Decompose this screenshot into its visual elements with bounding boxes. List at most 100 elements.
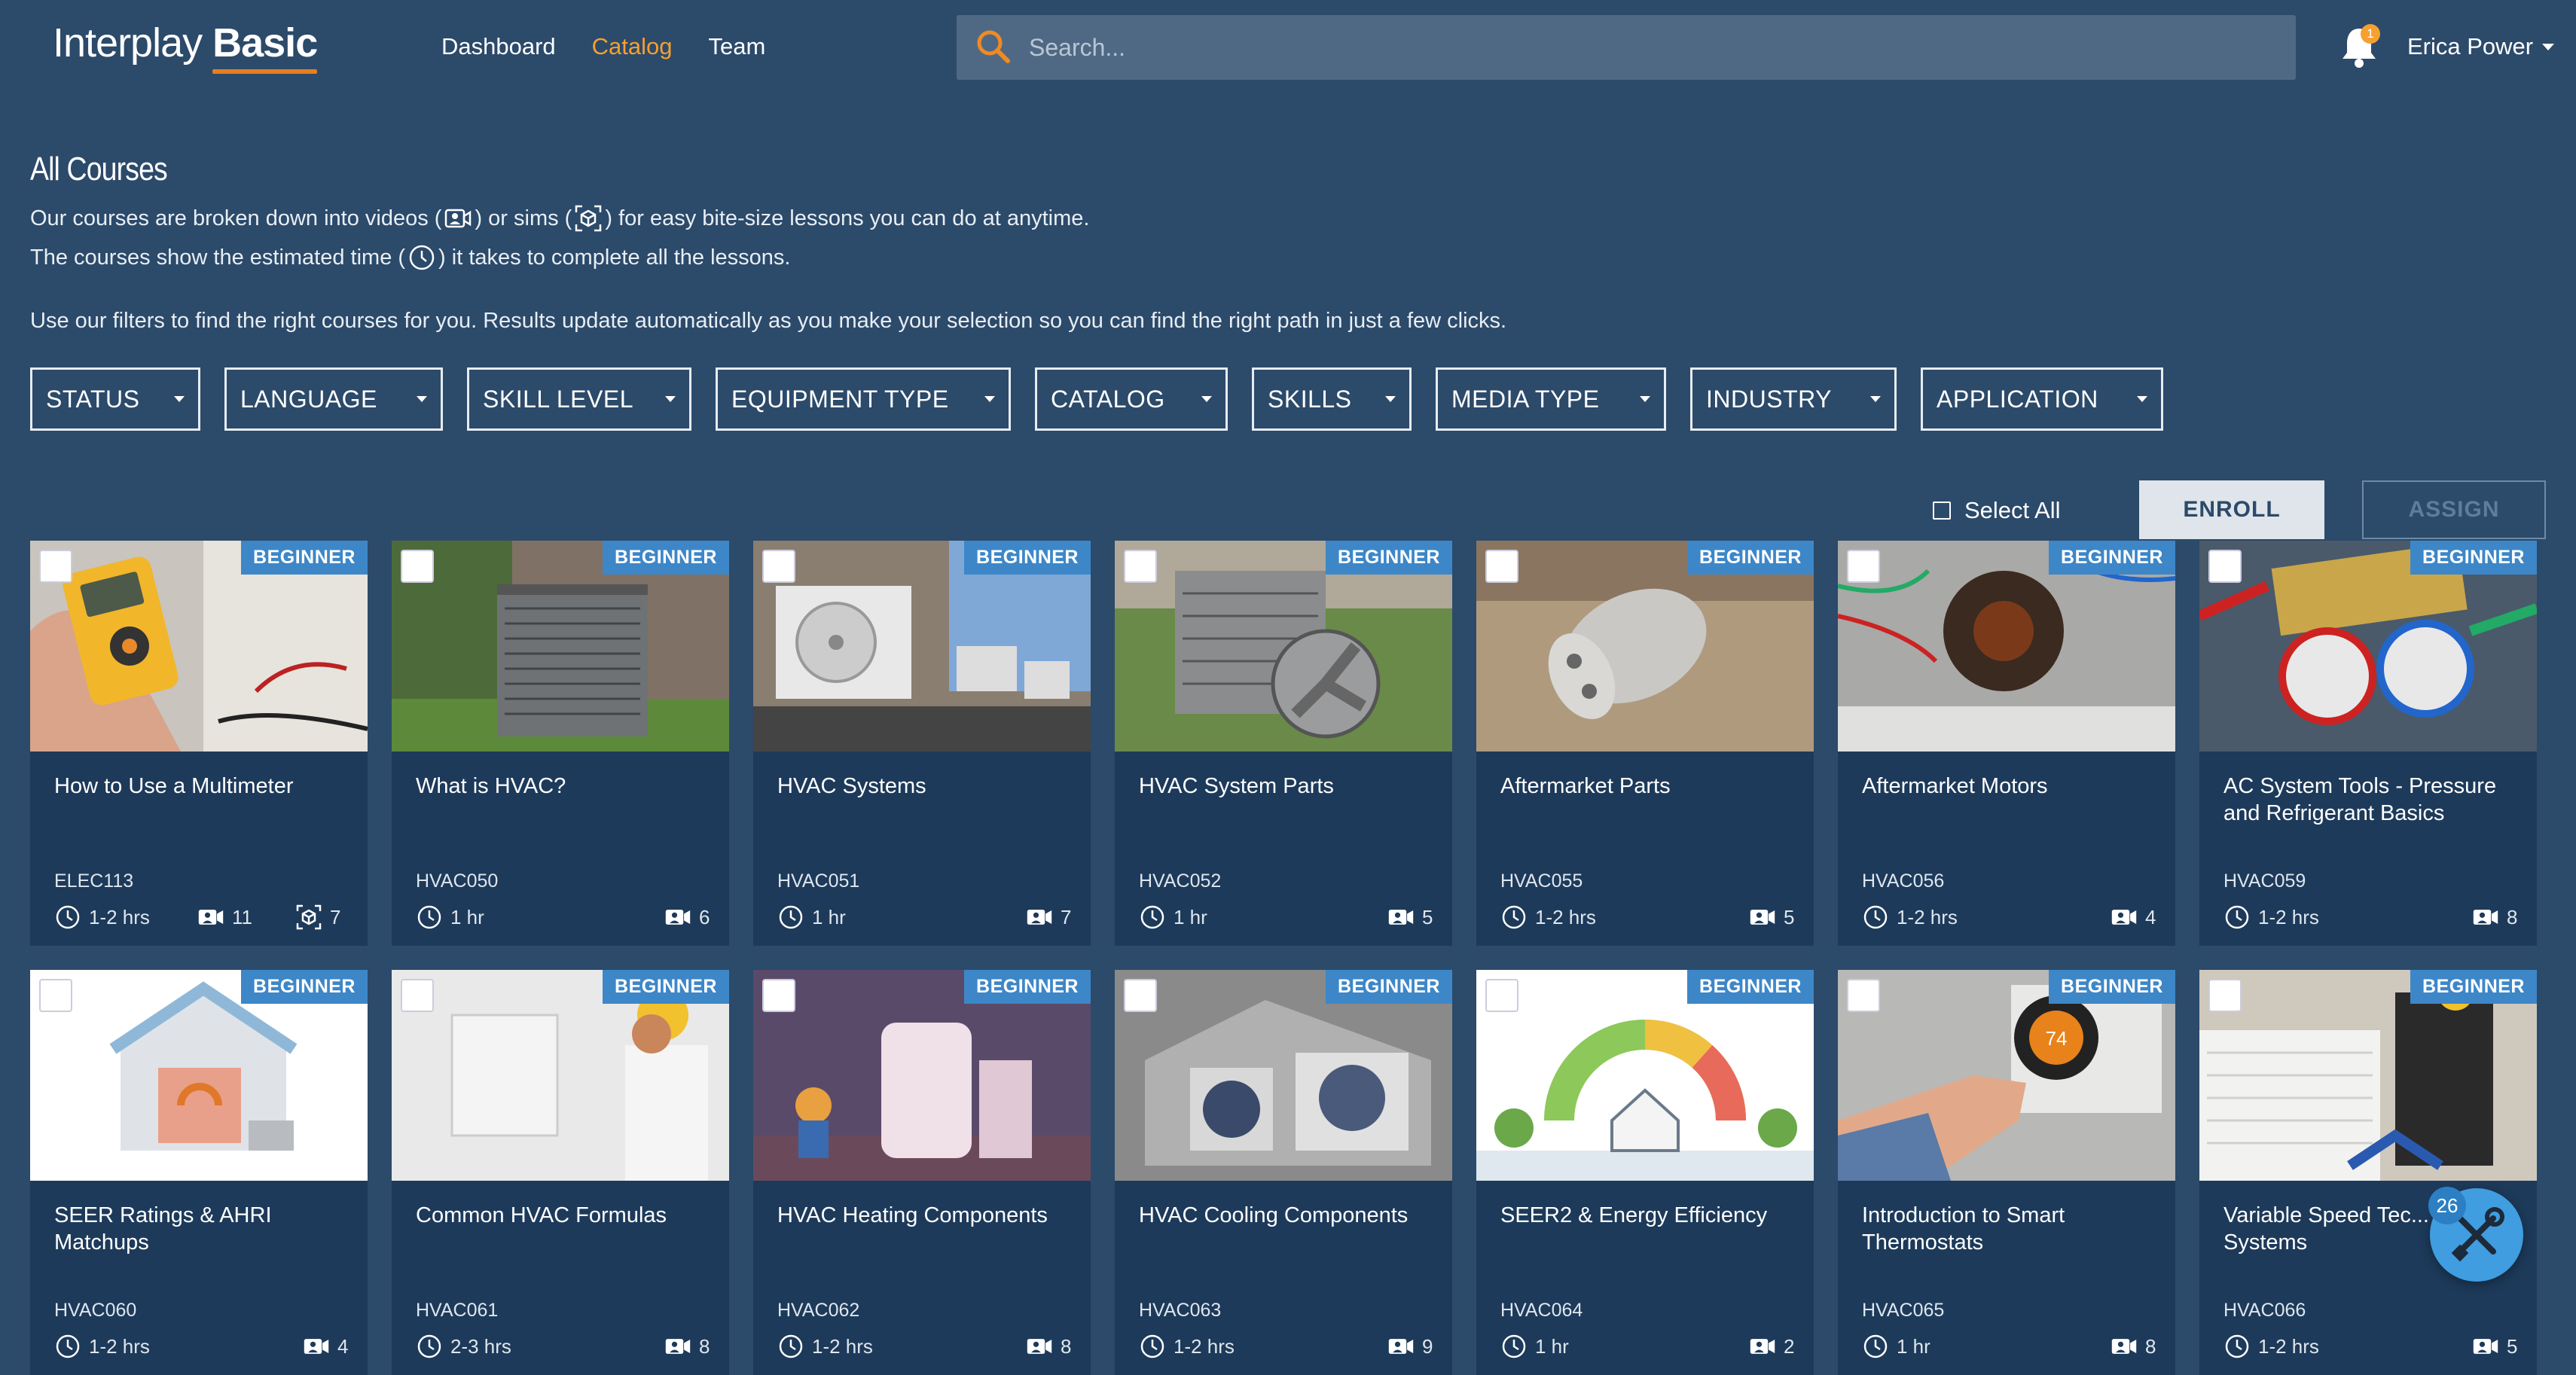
enroll-button[interactable]: ENROLL <box>2139 480 2324 539</box>
filter-status[interactable]: STATUS <box>30 367 200 431</box>
course-card[interactable]: BEGINNER Common HVAC Formulas HVAC061 2-… <box>392 970 729 1375</box>
course-meta: 1 hr 8 <box>1862 1333 2156 1358</box>
course-checkbox[interactable] <box>1485 550 1518 583</box>
nav-team[interactable]: Team <box>709 33 766 60</box>
intro-line-3: Use our filters to find the right course… <box>30 309 1507 333</box>
course-title: HVAC System Parts <box>1139 774 1334 798</box>
level-badge: BEGINNER <box>964 970 1091 1004</box>
course-time: 1 hr <box>1535 1334 1569 1358</box>
course-card[interactable]: BEGINNER AC System Tools - Pressure and … <box>2199 541 2537 946</box>
select-all-label: Select All <box>1964 497 2061 523</box>
level-badge: BEGINNER <box>603 541 729 575</box>
select-all-checkbox[interactable] <box>1933 502 1951 520</box>
filter-skills[interactable]: SKILLS <box>1252 367 1412 431</box>
course-card[interactable]: BEGINNER Aftermarket Parts HVAC055 1-2 h… <box>1476 541 1814 946</box>
level-badge: BEGINNER <box>241 541 368 575</box>
sim-icon <box>573 203 603 233</box>
video-icon <box>664 904 691 931</box>
course-card[interactable]: BEGINNER HVAC System Parts HVAC052 1 hr … <box>1115 541 1452 946</box>
course-code: HVAC063 <box>1139 1300 1222 1321</box>
top-bar: Interplay Basic Dashboard Catalog Team 1… <box>0 0 2576 96</box>
course-meta: 2-3 hrs 8 <box>416 1333 710 1358</box>
sim-count: 7 <box>330 905 341 928</box>
course-title: HVAC Systems <box>777 774 926 798</box>
course-time: 1-2 hrs <box>1535 905 1596 928</box>
course-checkbox[interactable] <box>762 550 795 583</box>
course-meta: 1 hr 5 <box>1139 904 1433 929</box>
nav-catalog[interactable]: Catalog <box>592 33 673 60</box>
nav-dashboard[interactable]: Dashboard <box>441 33 556 60</box>
filter-application[interactable]: APPLICATION <box>1921 367 2163 431</box>
course-card[interactable]: BEGINNER SEER2 & Energy Efficiency HVAC0… <box>1476 970 1814 1375</box>
video-icon <box>197 904 224 931</box>
user-menu[interactable]: Erica Power <box>2407 33 2555 60</box>
course-checkbox[interactable] <box>1124 979 1157 1012</box>
course-card[interactable]: BEGINNER SEER Ratings & AHRI Matchups HV… <box>30 970 368 1375</box>
filter-catalog[interactable]: CATALOG <box>1035 367 1228 431</box>
filter-equipment-type[interactable]: EQUIPMENT TYPE <box>716 367 1011 431</box>
course-checkbox[interactable] <box>2208 979 2242 1012</box>
course-meta: 1-2 hrs 5 <box>2223 1333 2517 1358</box>
course-checkbox[interactable] <box>762 979 795 1012</box>
course-card[interactable]: BEGINNER Aftermarket Motors HVAC056 1-2 … <box>1838 541 2175 946</box>
course-title: HVAC Cooling Components <box>1139 1203 1409 1227</box>
assign-button[interactable]: ASSIGN <box>2362 480 2546 539</box>
course-code: ELEC113 <box>54 870 134 892</box>
course-title: How to Use a Multimeter <box>54 774 294 798</box>
level-badge: BEGINNER <box>1687 541 1814 575</box>
filter-skill-level[interactable]: SKILL LEVEL <box>467 367 691 431</box>
level-badge: BEGINNER <box>603 970 729 1004</box>
notifications-bell[interactable]: 1 <box>2336 23 2382 71</box>
video-count: 6 <box>699 905 710 928</box>
video-icon <box>2111 1333 2138 1360</box>
course-checkbox[interactable] <box>1847 979 1880 1012</box>
search-input[interactable] <box>1027 32 2236 62</box>
course-checkbox[interactable] <box>401 979 434 1012</box>
course-card[interactable]: BEGINNER What is HVAC? HVAC050 1 hr 6 <box>392 541 729 946</box>
video-count: 8 <box>2145 1334 2156 1358</box>
course-checkbox[interactable] <box>1847 550 1880 583</box>
course-meta: 1-2 hrs 4 <box>1862 904 2156 929</box>
course-meta: 1-2 hrs 4 <box>54 1333 348 1358</box>
video-icon <box>1749 904 1776 931</box>
course-meta: 1-2 hrs 9 <box>1139 1333 1433 1358</box>
course-card[interactable]: BEGINNER HVAC Heating Components HVAC062… <box>753 970 1091 1375</box>
course-checkbox[interactable] <box>1124 550 1157 583</box>
course-checkbox[interactable] <box>39 979 72 1012</box>
sim-icon <box>295 904 322 931</box>
course-meta: 1-2 hrs 5 <box>1500 904 1794 929</box>
course-checkbox[interactable] <box>401 550 434 583</box>
course-meta: 1 hr 7 <box>777 904 1071 929</box>
video-count: 8 <box>1061 1334 1072 1358</box>
course-card[interactable]: BEGINNER How to Use a Multimeter ELEC113… <box>30 541 368 946</box>
course-card[interactable]: 74 BEGINNER Introduction to Smart Thermo… <box>1838 970 2175 1375</box>
search-bar[interactable] <box>957 15 2296 80</box>
course-code: HVAC051 <box>777 870 860 892</box>
video-icon <box>1749 1333 1776 1360</box>
course-card[interactable]: BEGINNER HVAC Systems HVAC051 1 hr 7 <box>753 541 1091 946</box>
fab-count-badge: 26 <box>2428 1187 2466 1224</box>
chevron-down-icon <box>1201 396 1212 402</box>
select-all[interactable]: Select All <box>1933 497 2061 524</box>
course-checkbox[interactable] <box>1485 979 1518 1012</box>
level-badge: BEGINNER <box>2410 970 2537 1004</box>
course-checkbox[interactable] <box>2208 550 2242 583</box>
course-time: 1 hr <box>1174 905 1207 928</box>
filter-language[interactable]: LANGUAGE <box>224 367 443 431</box>
filter-industry[interactable]: INDUSTRY <box>1690 367 1897 431</box>
app-logo[interactable]: Interplay Basic <box>53 20 318 74</box>
video-icon <box>2472 1333 2499 1360</box>
course-card[interactable]: BEGINNER HVAC Cooling Components HVAC063… <box>1115 970 1452 1375</box>
course-checkbox[interactable] <box>39 550 72 583</box>
level-badge: BEGINNER <box>1687 970 1814 1004</box>
chevron-down-icon <box>1640 396 1650 402</box>
clock-icon <box>777 904 804 931</box>
filter-bar: STATUS LANGUAGE SKILL LEVEL EQUIPMENT TY… <box>30 367 2163 431</box>
course-card[interactable]: BEGINNER Variable Speed Tec... in HVAC S… <box>2199 970 2537 1375</box>
tools-fab-button[interactable]: 26 <box>2428 1187 2523 1282</box>
filter-media-type[interactable]: MEDIA TYPE <box>1436 367 1666 431</box>
video-count: 5 <box>1422 905 1433 928</box>
clock-icon <box>2223 904 2251 931</box>
video-icon <box>1387 1333 1415 1360</box>
video-count: 7 <box>1061 905 1072 928</box>
